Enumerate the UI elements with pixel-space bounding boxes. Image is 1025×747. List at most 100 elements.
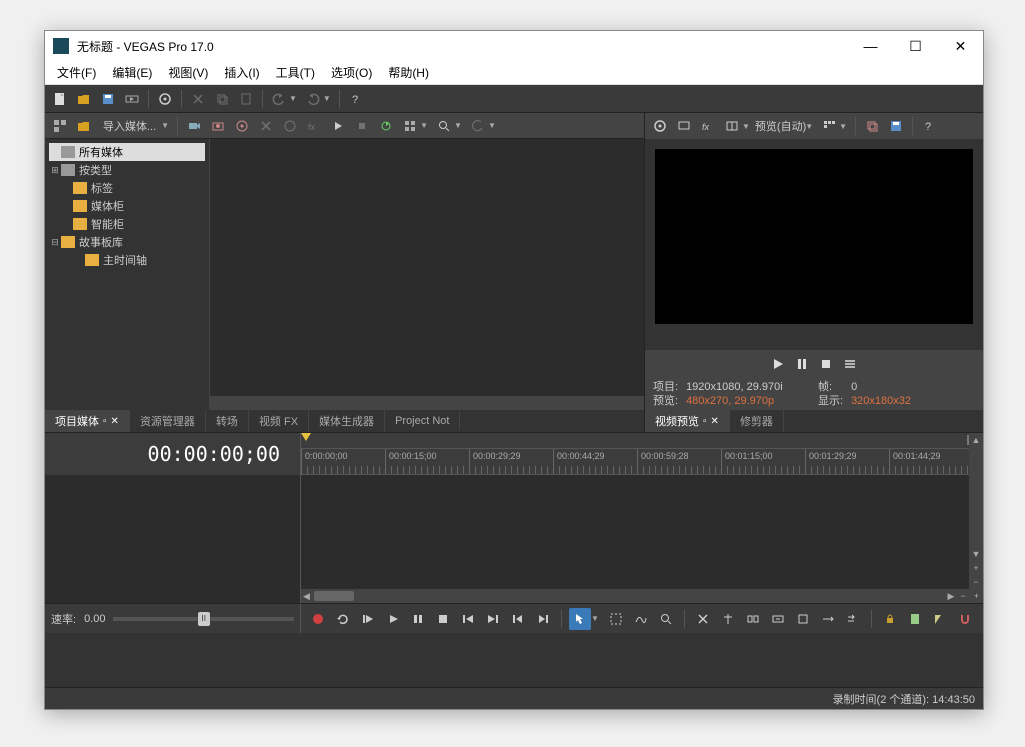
tracks-body[interactable] [301, 475, 983, 589]
menu-view[interactable]: 视图(V) [160, 61, 216, 84]
tree-smart-bin[interactable]: 智能柜 [49, 215, 205, 233]
preview-stop-icon[interactable] [817, 355, 835, 373]
save-snapshot-icon[interactable] [885, 115, 907, 137]
rate-slider-handle[interactable]: II [198, 612, 210, 626]
slip-tool-icon[interactable] [767, 608, 789, 630]
media-folder-icon[interactable] [73, 115, 95, 137]
quality-dropdown-icon[interactable]: ▼ [805, 122, 813, 131]
tab-project-media[interactable]: 项目媒体▫✕ [45, 410, 130, 432]
menu-tools[interactable]: 工具(T) [268, 61, 323, 84]
views-icon[interactable] [399, 115, 421, 137]
scroll-up-icon[interactable]: ▲ [969, 433, 983, 447]
tree-tags[interactable]: 标签 [49, 179, 205, 197]
menu-options[interactable]: 选项(O) [323, 61, 380, 84]
open-project-icon[interactable] [73, 88, 95, 110]
pin-icon[interactable]: ▫ [703, 416, 707, 427]
timeline-hscrollbar[interactable]: ◀ ▶ − + [301, 589, 983, 603]
tab-media-generators[interactable]: 媒体生成器 [309, 410, 385, 432]
undo-dropdown-icon[interactable]: ▼ [289, 94, 297, 103]
import-dropdown-icon[interactable]: ▼ [161, 121, 169, 130]
edit-tool-dropdown-icon[interactable]: ▼ [591, 614, 599, 623]
new-project-icon[interactable] [49, 88, 71, 110]
timecode-display[interactable]: 00:00:00;00 [45, 433, 300, 475]
split-tool-icon[interactable] [742, 608, 764, 630]
loop-button[interactable] [332, 608, 354, 630]
close-icon[interactable]: ✕ [711, 416, 719, 427]
tab-explorer[interactable]: 资源管理器 [130, 410, 206, 432]
media-content-area[interactable] [210, 139, 644, 410]
preview-quality-button[interactable]: 预览(自动) [755, 118, 806, 134]
close-button[interactable]: ✕ [938, 31, 983, 61]
tree-storyboard[interactable]: ⊟故事板库 [49, 233, 205, 251]
tab-video-fx[interactable]: 视频 FX [249, 410, 309, 432]
go-to-start-button[interactable] [457, 608, 479, 630]
views-dropdown-icon[interactable]: ▼ [420, 121, 428, 130]
external-monitor-icon[interactable] [673, 115, 695, 137]
preview-pause-icon[interactable] [793, 355, 811, 373]
marker-tool-icon[interactable] [692, 608, 714, 630]
preview-menu-icon[interactable] [841, 355, 859, 373]
search-back-dropdown-icon[interactable]: ▼ [488, 121, 496, 130]
tab-transitions[interactable]: 转场 [206, 410, 249, 432]
rate-slider[interactable]: II [113, 617, 294, 621]
menu-edit[interactable]: 编辑(E) [104, 61, 160, 84]
next-frame-button[interactable] [532, 608, 554, 630]
import-media-button[interactable]: 导入媒体... [97, 118, 162, 134]
tab-project-notes[interactable]: Project Not [385, 412, 460, 430]
preview-play-icon[interactable] [769, 355, 787, 373]
zoom-tool-icon[interactable] [655, 608, 677, 630]
maximize-button[interactable]: ☐ [893, 31, 938, 61]
stop-button[interactable] [432, 608, 454, 630]
refresh-icon[interactable] [375, 115, 397, 137]
tree-media-bin[interactable]: 媒体柜 [49, 197, 205, 215]
auto-ripple-icon[interactable] [904, 608, 926, 630]
envelope-tool-icon[interactable] [630, 608, 652, 630]
get-photo-icon[interactable] [207, 115, 229, 137]
go-to-end-button[interactable] [482, 608, 504, 630]
preview-settings-icon[interactable] [649, 115, 671, 137]
trim-tool-icon[interactable] [717, 608, 739, 630]
preview-video[interactable] [655, 149, 973, 324]
scroll-down-icon[interactable]: ▼ [969, 547, 983, 561]
overlays-icon[interactable] [818, 115, 840, 137]
tree-by-type[interactable]: ⊞按类型 [49, 161, 205, 179]
tab-video-preview[interactable]: 视频预览▫✕ [645, 410, 730, 432]
video-fx-icon[interactable]: fx [697, 115, 719, 137]
close-icon[interactable]: ✕ [111, 416, 119, 427]
pin-icon[interactable]: ▫ [103, 416, 107, 427]
normal-edit-tool[interactable] [569, 608, 591, 630]
shuffle-tool-icon[interactable] [842, 608, 864, 630]
tab-trimmer[interactable]: 修剪器 [730, 410, 784, 432]
menu-file[interactable]: 文件(F) [49, 61, 104, 84]
scrollbar-thumb[interactable] [314, 591, 354, 601]
cursor-marker-icon[interactable] [301, 433, 311, 441]
media-view-icon[interactable] [49, 115, 71, 137]
search-dropdown-icon[interactable]: ▼ [454, 121, 462, 130]
auto-crossfade-icon[interactable] [929, 608, 951, 630]
tree-all-media[interactable]: 所有媒体 [49, 143, 205, 161]
redo-dropdown-icon[interactable]: ▼ [323, 94, 331, 103]
extract-audio-icon[interactable] [231, 115, 253, 137]
pause-button[interactable] [407, 608, 429, 630]
slide-tool-icon[interactable] [792, 608, 814, 630]
save-project-icon[interactable] [97, 88, 119, 110]
prev-frame-button[interactable] [507, 608, 529, 630]
minimize-button[interactable]: — [848, 31, 893, 61]
search-icon[interactable] [433, 115, 455, 137]
snap-icon[interactable] [954, 608, 976, 630]
play-button[interactable] [382, 608, 404, 630]
copy-snapshot-icon[interactable] [861, 115, 883, 137]
lock-envelope-icon[interactable] [879, 608, 901, 630]
properties-icon[interactable] [154, 88, 176, 110]
render-icon[interactable] [121, 88, 143, 110]
tree-main-timeline[interactable]: 主时间轴 [49, 251, 205, 269]
menu-insert[interactable]: 插入(I) [216, 61, 267, 84]
play-from-start-button[interactable] [357, 608, 379, 630]
zoom-in-v-icon[interactable]: + [969, 561, 983, 575]
timeline-ruler[interactable]: 0:00:00;0000:00:15;0000:00:29;2900:00:44… [301, 449, 983, 475]
marker-row[interactable] [301, 433, 983, 449]
media-hscrollbar[interactable] [210, 396, 644, 410]
track-header-body[interactable] [45, 475, 300, 603]
selection-tool-icon[interactable] [605, 608, 627, 630]
overlays-dropdown-icon[interactable]: ▼ [839, 122, 847, 131]
